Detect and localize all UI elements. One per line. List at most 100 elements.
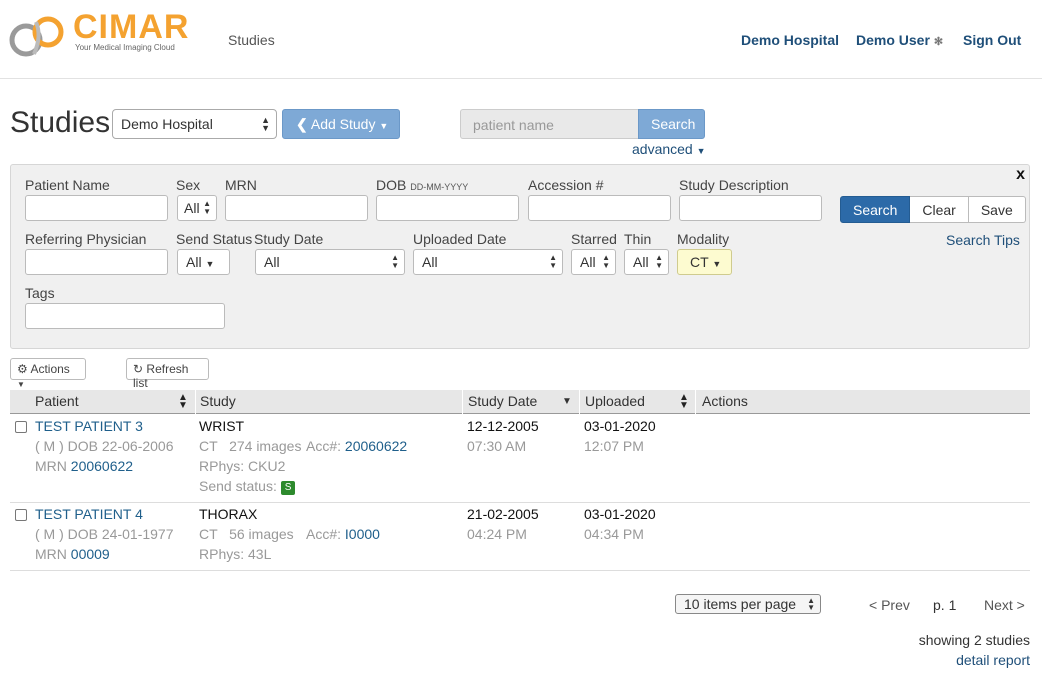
study-description-label: Study Description xyxy=(679,177,789,193)
study-date-select[interactable]: All ▲ ▼ xyxy=(255,249,405,275)
column-header-uploaded[interactable]: Uploaded xyxy=(585,393,645,409)
cimar-logo-icon[interactable] xyxy=(6,14,70,58)
accession-link[interactable]: 20060622 xyxy=(345,438,407,454)
hospital-select[interactable]: Demo Hospital ▲ ▼ xyxy=(112,109,277,139)
study-name[interactable]: WRIST xyxy=(199,416,244,436)
study-date: 21-02-2005 xyxy=(467,506,539,522)
dob-field[interactable] xyxy=(376,195,519,221)
caret-down-icon: ▼ xyxy=(696,146,706,156)
study-send-status: Send status: S xyxy=(199,476,296,496)
table-row[interactable]: TEST PATIENT 4 ( M ) DOB 24-01-1977 MRN … xyxy=(10,503,1030,571)
column-header-study-date[interactable]: Study Date xyxy=(468,393,537,409)
send-status-label: Send status: xyxy=(199,478,277,494)
close-icon[interactable]: x xyxy=(1016,166,1025,184)
page-title: Studies xyxy=(10,106,111,139)
patient-name-field[interactable] xyxy=(25,195,168,221)
table-row[interactable]: TEST PATIENT 3 ( M ) DOB 22-06-2006 MRN … xyxy=(10,415,1030,503)
thin-value: All xyxy=(633,254,649,270)
updown-arrow-icon: ▲ ▼ xyxy=(203,199,211,216)
detail-report-link[interactable]: detail report xyxy=(956,652,1030,668)
column-divider xyxy=(195,390,196,414)
refresh-list-button[interactable]: ↻ Refresh list xyxy=(126,358,209,390)
add-study-button[interactable]: ❮ Add Study ▼ xyxy=(282,109,400,139)
updown-arrow-icon: ▲ ▼ xyxy=(655,253,663,270)
row-select-checkbox[interactable] xyxy=(15,509,27,521)
gear-icon: ✻ xyxy=(933,36,944,48)
updown-arrow-icon: ▲ ▼ xyxy=(261,115,270,133)
sign-out-link[interactable]: Sign Out xyxy=(963,32,1021,48)
showing-count: showing 2 studies xyxy=(918,632,1030,648)
logo-title: CIMAR xyxy=(73,8,190,46)
advanced-search-link[interactable]: advanced ▼ xyxy=(632,141,706,157)
next-page-link[interactable]: Next > xyxy=(984,597,1025,613)
thin-select[interactable]: All ▲ ▼ xyxy=(624,249,669,275)
filter-clear-button[interactable]: Clear xyxy=(910,196,969,223)
prev-page-link[interactable]: < Prev xyxy=(869,597,910,613)
items-per-page-select[interactable]: 10 items per page ▲ ▼ xyxy=(675,594,821,614)
tags-label: Tags xyxy=(25,285,55,301)
starred-select[interactable]: All ▲ ▼ xyxy=(571,249,616,275)
column-header-study[interactable]: Study xyxy=(200,393,236,409)
send-status-select[interactable]: All ▼ xyxy=(177,249,230,275)
send-status-value: All xyxy=(186,254,202,270)
study-description-field[interactable] xyxy=(679,195,822,221)
search-tips-link[interactable]: Search Tips xyxy=(946,232,1020,248)
nav-studies-link[interactable]: Studies xyxy=(228,32,275,48)
mrn-link[interactable]: 20060622 xyxy=(71,458,133,474)
modality-select[interactable]: CT ▼ xyxy=(677,249,732,275)
sort-desc-icon[interactable]: ▼ xyxy=(562,396,572,407)
actions-label: Actions xyxy=(30,362,70,376)
send-status-label: Send Status xyxy=(176,231,253,247)
sex-select-value: All xyxy=(184,200,200,216)
uploaded-date-select[interactable]: All ▲ ▼ xyxy=(413,249,563,275)
nav-user-link[interactable]: Demo User ✻ xyxy=(856,32,943,48)
study-accession: Acc#: 20060622 xyxy=(306,436,407,456)
patient-name-link[interactable]: TEST PATIENT 4 xyxy=(35,504,143,524)
top-navbar: CIMAR Your Medical Imaging Cloud Studies… xyxy=(0,0,1042,79)
patient-mrn: MRN 00009 xyxy=(35,544,110,564)
study-rphys: RPhys: 43L xyxy=(199,546,272,562)
dob-label-text: DOB xyxy=(376,177,407,193)
column-header-patient[interactable]: Patient xyxy=(35,393,79,409)
uploaded-date: 03-01-2020 xyxy=(584,506,656,522)
mrn-link[interactable]: 00009 xyxy=(71,546,110,562)
nav-hospital-link[interactable]: Demo Hospital xyxy=(741,32,839,48)
mrn-field[interactable] xyxy=(225,195,368,221)
patient-name-label: Patient Name xyxy=(25,177,110,193)
referring-physician-label: Referring Physician xyxy=(25,231,147,247)
uploaded-date-label: Uploaded Date xyxy=(413,231,507,247)
patient-sex-dob: ( M ) DOB 22-06-2006 xyxy=(35,438,174,454)
referring-physician-field[interactable] xyxy=(25,249,168,275)
column-divider xyxy=(462,390,463,414)
patient-name-link[interactable]: TEST PATIENT 3 xyxy=(35,416,143,436)
updown-arrow-icon: ▲ ▼ xyxy=(602,253,610,270)
study-name[interactable]: THORAX xyxy=(199,504,257,524)
acc-label: Acc#: xyxy=(306,526,342,542)
filter-search-button[interactable]: Search xyxy=(840,196,911,223)
sort-icon[interactable]: ▲ ▼ xyxy=(178,393,188,411)
starred-label: Starred xyxy=(571,231,617,247)
accession-link[interactable]: I0000 xyxy=(345,526,380,542)
sort-icon[interactable]: ▲ ▼ xyxy=(679,393,689,411)
caret-down-icon: ▼ xyxy=(17,380,25,389)
updown-arrow-icon: ▲ ▼ xyxy=(807,596,815,612)
column-divider xyxy=(695,390,696,414)
filter-save-button[interactable]: Save xyxy=(968,196,1026,223)
sex-select[interactable]: All ▲ ▼ xyxy=(177,195,217,221)
hospital-select-value: Demo Hospital xyxy=(121,116,213,132)
patient-mrn: MRN 20060622 xyxy=(35,456,133,476)
mrn-label: MRN xyxy=(35,458,67,474)
tags-field[interactable] xyxy=(25,303,225,329)
items-per-page-value: 10 items per page xyxy=(684,596,797,612)
column-divider xyxy=(579,390,580,414)
patient-name-search-input[interactable]: patient name xyxy=(460,109,640,139)
accession-field[interactable] xyxy=(528,195,671,221)
caret-down-icon: ▼ xyxy=(379,121,389,131)
row-select-checkbox[interactable] xyxy=(15,421,27,433)
study-time: 04:24 PM xyxy=(467,526,527,542)
advanced-filter-panel: x Patient Name Sex All ▲ ▼ MRN DOB DD-MM-… xyxy=(10,164,1030,349)
modality-value: CT xyxy=(690,254,709,270)
uploaded-date-value: All xyxy=(422,254,438,270)
search-button[interactable]: Search xyxy=(638,109,705,139)
actions-dropdown-button[interactable]: ⚙ Actions ▼ xyxy=(10,358,86,389)
